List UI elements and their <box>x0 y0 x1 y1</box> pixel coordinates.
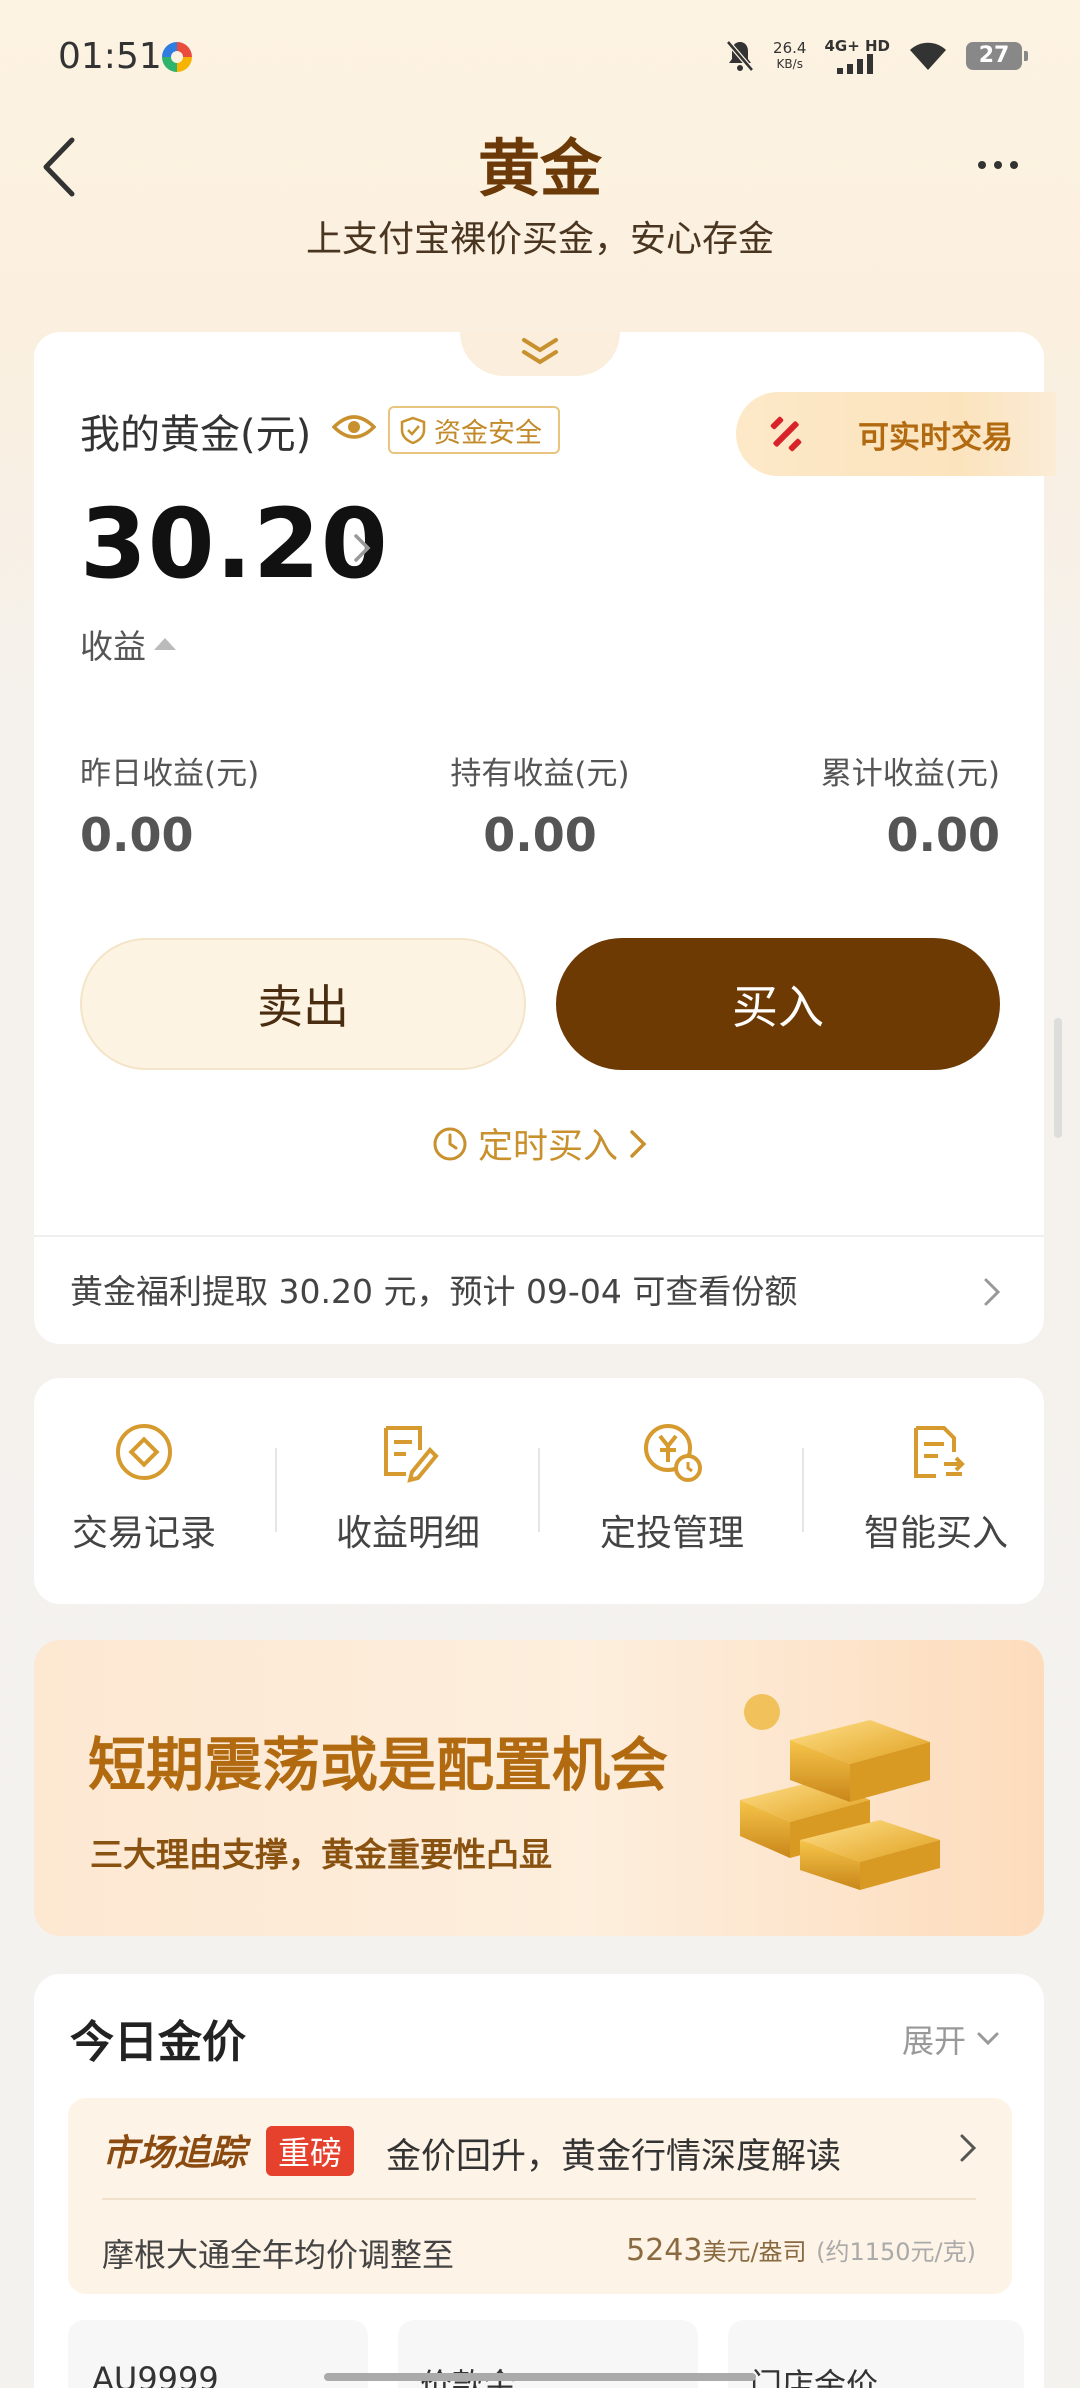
earnings-toggle[interactable]: 收益 <box>80 620 176 668</box>
more-dot <box>978 161 986 169</box>
realtime-trade-text: 可实时交易 <box>858 419 1013 456</box>
welfare-notice[interactable]: 黄金福利提取 30.20 元，预计 09-04 可查看份额 <box>70 1265 797 1313</box>
chevron-right-icon <box>630 1129 647 1158</box>
realtime-trade-badge[interactable]: 可实时交易 <box>736 392 1056 476</box>
forecast-price-approx: (约1150元/克) <box>816 2238 976 2266</box>
net-speed: 26.4 KB/s <box>773 40 806 72</box>
menu-label: 智能买入 <box>863 1513 1008 1554</box>
menu-separator <box>802 1448 804 1532</box>
market-tracking-logo: 市场追踪 <box>102 2133 247 2174</box>
menu-separator <box>538 1448 540 1532</box>
market-news[interactable]: 摩根大通全年均价调整至 <box>102 2230 454 2276</box>
double-chevron-down-icon <box>522 338 558 365</box>
my-gold-label: 我的黄金(元) <box>80 412 312 458</box>
page-title: 黄金 <box>477 132 602 205</box>
net-type: 4G+ HD <box>824 37 890 55</box>
chevron-right-icon[interactable] <box>958 2132 978 2164</box>
price-tab-label: AU9999 <box>92 2360 219 2388</box>
fund-safety-badge[interactable]: 资金安全 <box>388 406 560 454</box>
scheduled-buy-link[interactable]: 定时买入 <box>0 1118 1080 1169</box>
market-headline[interactable]: 金价回升，黄金行情深度解读 <box>386 2128 841 2179</box>
forecast-price-unit: 美元/盎司 <box>702 2238 807 2266</box>
price-tab-label: 门店金价 <box>750 2366 879 2388</box>
buy-button[interactable]: 买入 <box>556 938 1000 1070</box>
net-speed-value: 26.4 <box>773 39 807 57</box>
menu-auto-invest[interactable]: 定投管理 <box>572 1420 772 1556</box>
menu-label: 收益明细 <box>335 1513 480 1554</box>
chevron-right-icon[interactable] <box>982 1276 1002 1308</box>
expand-button[interactable]: 展开 <box>902 2016 1000 2062</box>
chevron-down-icon <box>977 2032 999 2046</box>
status-icons: 26.4 KB/s 4G+ HD 27 <box>725 38 1028 74</box>
wifi-icon <box>910 42 946 70</box>
battery-icon: 27 <box>966 42 1028 70</box>
expand-label: 展开 <box>902 2022 967 2060</box>
auto-invest-icon <box>644 1424 702 1482</box>
home-indicator[interactable] <box>324 2373 756 2381</box>
earnings-label: 收益 <box>80 627 146 666</box>
divider <box>34 1235 1044 1237</box>
sell-button[interactable]: 卖出 <box>80 938 526 1070</box>
menu-separator <box>275 1448 277 1532</box>
net-speed-unit: KB/s <box>776 57 803 71</box>
chevron-right-icon[interactable] <box>350 530 374 566</box>
banner-title: 短期震荡或是配置机会 <box>88 1731 669 1799</box>
more-dot <box>994 161 1002 169</box>
gold-bars-icon <box>740 1694 940 1890</box>
forecast-price: 5243美元/盎司 (约1150元/克) <box>626 2232 976 2268</box>
earnings-detail-icon <box>384 1426 439 1483</box>
menu-label: 交易记录 <box>71 1513 216 1554</box>
today-price-title: 今日金价 <box>70 2017 246 2068</box>
scheduled-buy-text: 定时买入 <box>477 1127 618 1167</box>
divider <box>102 2198 976 2200</box>
headline-tag: 重磅 <box>266 2126 355 2176</box>
app-notification-icon <box>162 42 192 72</box>
page-subtitle: 上支付宝裸价买金，安心存金 <box>305 219 774 260</box>
fund-safety-text: 资金安全 <box>434 417 542 449</box>
signal-group: 4G+ HD <box>824 38 890 74</box>
menu-transaction-record[interactable]: 交易记录 <box>44 1420 244 1556</box>
shield-check-icon <box>400 416 426 444</box>
more-dot <box>1010 161 1018 169</box>
menu-smart-buy[interactable]: 智能买入 <box>836 1420 1036 1556</box>
stat-total-label: 累计收益(元) <box>820 756 1000 792</box>
eye-icon[interactable] <box>332 412 376 442</box>
caret-up-icon <box>154 638 176 650</box>
more-button[interactable] <box>978 150 1032 180</box>
stat-total-value: 0.00 <box>886 808 1001 862</box>
scrollbar[interactable] <box>1054 1018 1062 1138</box>
exchange-logo-icon <box>770 416 802 452</box>
collapse-toggle[interactable] <box>460 332 620 376</box>
clock-icon <box>433 1127 467 1160</box>
banner-subtitle: 三大理由支撑，黄金重要性凸显 <box>90 1835 552 1874</box>
menu-earnings-detail[interactable]: 收益明细 <box>308 1420 508 1556</box>
forecast-price-value: 5243 <box>626 2233 703 2268</box>
transaction-record-icon <box>116 1424 172 1480</box>
mute-bell-icon <box>726 40 754 72</box>
signal-icon <box>837 54 874 74</box>
gold-balance[interactable]: 30.20 <box>80 488 389 600</box>
status-time: 01:51 <box>58 36 162 77</box>
smart-buy-icon <box>914 1426 965 1478</box>
menu-label: 定投管理 <box>599 1513 744 1554</box>
